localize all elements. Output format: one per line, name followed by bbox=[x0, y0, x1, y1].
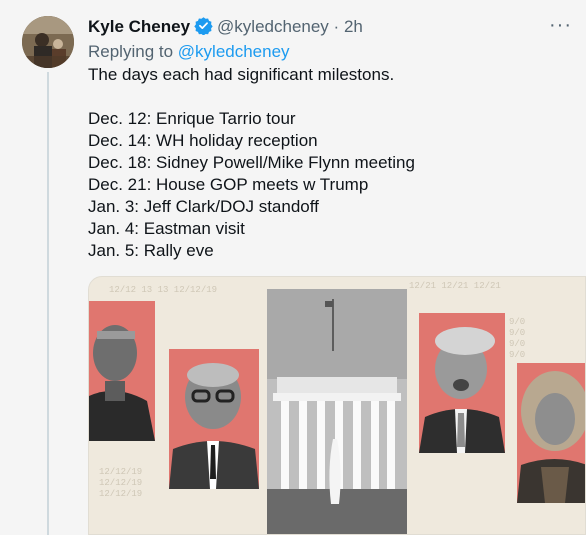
white-house-image bbox=[267, 289, 407, 534]
portrait-panel bbox=[169, 349, 259, 489]
reply-prefix: Replying to bbox=[88, 42, 178, 61]
portrait-panel bbox=[517, 363, 585, 503]
background-pattern: 12/12 13 13 12/12/19 bbox=[109, 285, 218, 295]
author-handle[interactable]: @kyledcheney bbox=[217, 17, 329, 36]
background-pattern: 9/0 9/0 9/0 9/0 bbox=[509, 317, 526, 360]
avatar[interactable] bbox=[22, 16, 74, 68]
separator-dot: · bbox=[333, 17, 340, 36]
verified-badge-icon bbox=[194, 16, 213, 42]
timestamp[interactable]: 2h bbox=[344, 17, 363, 36]
avatar-image bbox=[22, 16, 74, 68]
tweet-media-image[interactable]: 12/12 13 13 12/12/19 12/21 12/21 12/21 9… bbox=[88, 276, 586, 535]
tweet-line: Dec. 12: Enrique Tarrio tour bbox=[88, 109, 296, 128]
background-pattern: 12/21 12/21 12/21 bbox=[409, 281, 501, 291]
tweet-line: The days each had significant milestons. bbox=[88, 65, 395, 84]
tweet-line: Dec. 18: Sidney Powell/Mike Flynn meetin… bbox=[88, 153, 415, 172]
background-pattern: 12/12/19 12/12/19 12/12/19 bbox=[99, 467, 143, 499]
tweet-line: Dec. 21: House GOP meets w Trump bbox=[88, 175, 369, 194]
replying-to: Replying to @kyledcheney bbox=[88, 41, 290, 63]
tweet[interactable]: Kyle Cheney @kyledcheney · 2h ··· Replyin… bbox=[0, 0, 586, 535]
portrait-panel bbox=[419, 313, 505, 453]
author-name[interactable]: Kyle Cheney bbox=[88, 17, 190, 36]
tweet-line: Jan. 5: Rally eve bbox=[88, 241, 214, 260]
tweet-line: Jan. 3: Jeff Clark/DOJ standoff bbox=[88, 197, 319, 216]
tweet-line: Dec. 14: WH holiday reception bbox=[88, 131, 318, 150]
portrait-panel bbox=[89, 301, 155, 441]
more-options-icon[interactable]: ··· bbox=[549, 15, 572, 35]
tweet-header: Kyle Cheney @kyledcheney · 2h bbox=[88, 15, 363, 42]
tweet-text: The days each had significant milestons.… bbox=[88, 64, 415, 262]
thread-line bbox=[47, 72, 49, 535]
tweet-line: Jan. 4: Eastman visit bbox=[88, 219, 245, 238]
reply-to-link[interactable]: @kyledcheney bbox=[178, 42, 290, 61]
